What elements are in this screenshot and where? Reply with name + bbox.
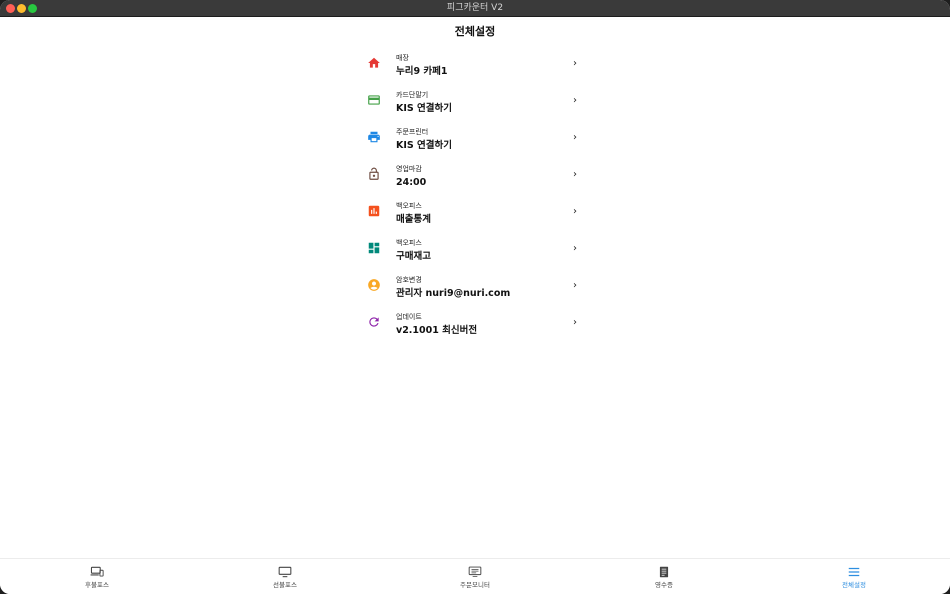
account-circle-icon: [367, 278, 381, 292]
nav-label: 선불포스: [273, 581, 297, 589]
setting-value: KIS 연결하기: [396, 140, 453, 151]
setting-row-sales-stats[interactable]: 백오피스 매출통계 ›: [362, 194, 586, 231]
nav-item-all-settings[interactable]: 전체설정: [794, 559, 914, 594]
setting-row-change-password[interactable]: 암호변경 관리자 nuri9@nuri.com ›: [362, 268, 586, 305]
order-monitor-icon: [468, 566, 482, 578]
devices-icon: [90, 566, 104, 578]
app-window: 피그카운터 V2 전체설정 매장 누리9 카페1 › 카드단말기 KIS 연결하…: [0, 0, 950, 594]
printer-icon: [367, 130, 381, 144]
nav-label: 후불포스: [85, 581, 109, 589]
nav-item-order-monitor[interactable]: 주문모니터: [415, 559, 535, 594]
setting-label: 주문프린터: [396, 128, 429, 136]
chevron-right-icon: ›: [573, 132, 577, 143]
menu-icon: [847, 566, 861, 578]
setting-label: 암호변경: [396, 276, 422, 284]
setting-value: 매출통계: [396, 214, 431, 225]
window-title: 피그카운터 V2: [446, 3, 504, 13]
nav-label: 주문모니터: [460, 581, 490, 589]
setting-row-closing-time[interactable]: 영업마감 24:00 ›: [362, 157, 586, 194]
chevron-right-icon: ›: [573, 280, 577, 291]
chevron-right-icon: ›: [573, 317, 577, 328]
chevron-right-icon: ›: [573, 95, 577, 106]
setting-value: v2.1001 최신버전: [396, 325, 478, 336]
nav-label: 전체설정: [842, 581, 866, 589]
nav-label: 영수증: [655, 581, 673, 589]
setting-value: 구매재고: [396, 251, 431, 262]
setting-label: 업데이트: [396, 313, 422, 321]
setting-value: 24:00: [396, 177, 427, 188]
setting-value: 관리자 nuri9@nuri.com: [396, 288, 511, 299]
setting-label: 백오피스: [396, 239, 422, 247]
monitor-icon: [278, 566, 292, 578]
setting-value: 누리9 카페1: [396, 66, 448, 77]
setting-row-card-terminal[interactable]: 카드단말기 KIS 연결하기 ›: [362, 83, 586, 120]
nav-item-receipt[interactable]: 영수증: [604, 559, 724, 594]
bottom-nav: 후불포스 선불포스 주문모니터 영수증 전체설정: [0, 558, 950, 594]
chevron-right-icon: ›: [573, 243, 577, 254]
setting-label: 영업마감: [396, 165, 422, 173]
credit-card-icon: [367, 93, 381, 107]
setting-row-store[interactable]: 매장 누리9 카페1 ›: [362, 46, 586, 83]
nav-item-postpaid-pos[interactable]: 후불포스: [37, 559, 157, 594]
settings-list: 매장 누리9 카페1 › 카드단말기 KIS 연결하기 › 주문프린터 KIS …: [362, 46, 586, 342]
setting-row-purchase-inventory[interactable]: 백오피스 구매재고 ›: [362, 231, 586, 268]
chevron-right-icon: ›: [573, 58, 577, 69]
setting-label: 매장: [396, 54, 409, 62]
setting-row-order-printer[interactable]: 주문프린터 KIS 연결하기 ›: [362, 120, 586, 157]
home-icon: [367, 56, 381, 70]
setting-label: 백오피스: [396, 202, 422, 210]
page-title: 전체설정: [454, 25, 496, 38]
setting-value: KIS 연결하기: [396, 103, 453, 114]
receipt-icon: [657, 566, 671, 578]
lock-open-icon: [367, 167, 381, 181]
refresh-icon: [367, 315, 381, 329]
dashboard-icon: [367, 241, 381, 255]
setting-row-update[interactable]: 업데이트 v2.1001 최신버전 ›: [362, 305, 586, 342]
bar-chart-icon: [367, 204, 381, 218]
nav-item-prepaid-pos[interactable]: 선불포스: [225, 559, 345, 594]
chevron-right-icon: ›: [573, 206, 577, 217]
chevron-right-icon: ›: [573, 169, 577, 180]
title-bar: 피그카운터 V2: [0, 0, 950, 17]
setting-label: 카드단말기: [396, 91, 429, 99]
